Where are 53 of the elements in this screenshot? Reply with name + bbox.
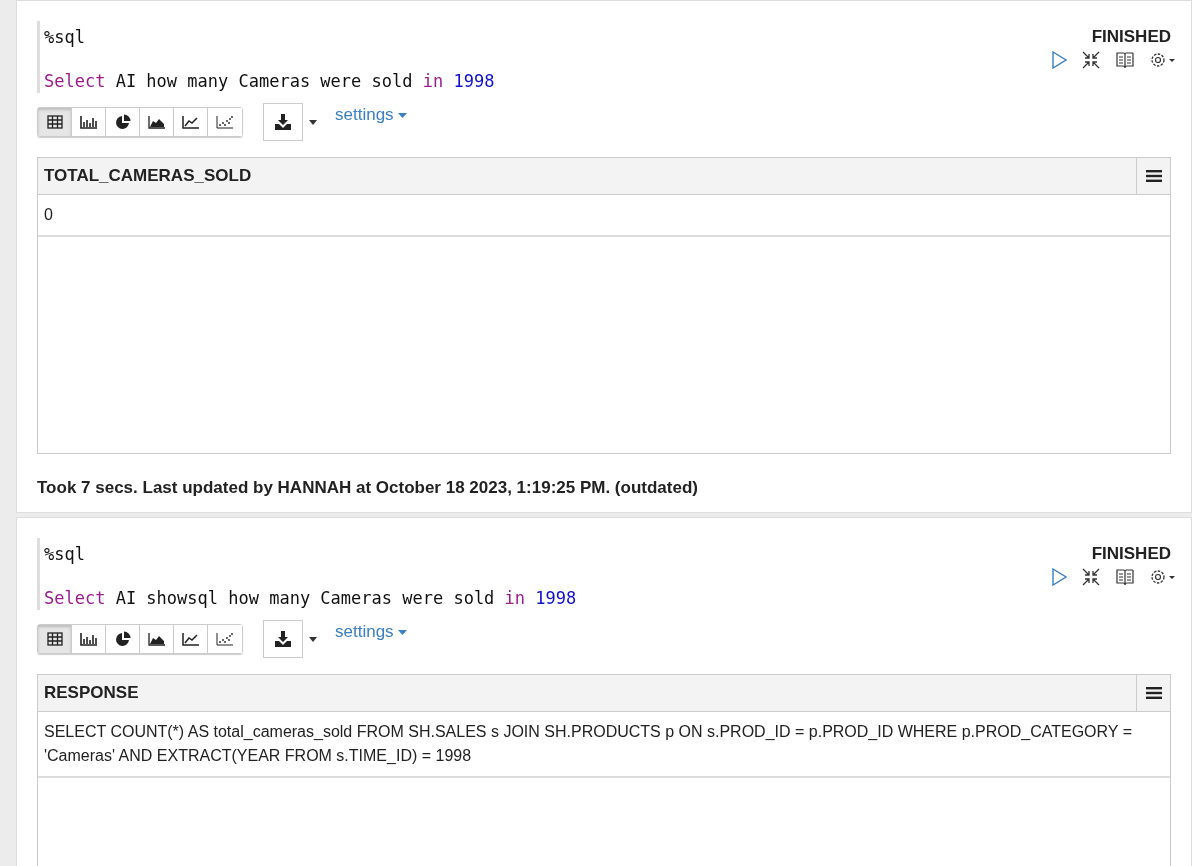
settings-icon[interactable]	[1149, 568, 1177, 586]
status-label: FINISHED	[1091, 27, 1171, 47]
collapse-arrows-icon[interactable]	[1081, 51, 1101, 69]
view-mode-button[interactable]	[106, 625, 140, 653]
menu-icon	[1145, 687, 1162, 699]
table-icon	[46, 115, 63, 129]
download-button[interactable]	[263, 103, 303, 141]
collapse-arrows-icon[interactable]	[1081, 568, 1101, 586]
run-info-text: Took 7 secs. Last updated by HANNAH at October 18 2023, 1:19:25 PM. (outdated)	[37, 478, 699, 498]
settings-dropdown[interactable]: settings	[335, 105, 407, 125]
bar-chart-icon	[79, 115, 98, 129]
table-icon	[46, 632, 63, 646]
line-chart-icon	[181, 632, 200, 646]
view-mode-button[interactable]	[174, 625, 208, 653]
status-label: FINISHED	[1091, 544, 1171, 564]
area-chart-icon	[147, 115, 166, 129]
view-mode-button[interactable]	[72, 108, 106, 136]
area-chart-icon	[147, 632, 166, 646]
bar-chart-icon	[79, 632, 98, 646]
book-icon[interactable]	[1115, 51, 1135, 69]
view-mode-button[interactable]	[38, 108, 72, 136]
code-line: %sql	[44, 27, 86, 47]
book-icon[interactable]	[1115, 568, 1135, 586]
menu-icon	[1145, 170, 1162, 182]
download-button[interactable]	[263, 620, 303, 658]
view-mode-button[interactable]	[106, 108, 140, 136]
code-line: Select AI showsql how many Cameras were sold in 1998	[44, 588, 577, 608]
scatter-chart-icon	[216, 115, 234, 129]
view-mode-button[interactable]	[174, 108, 208, 136]
settings-icon[interactable]	[1149, 51, 1177, 69]
scatter-chart-icon	[216, 632, 234, 646]
code-line: %sql	[44, 544, 86, 564]
caret-icon[interactable]	[309, 119, 317, 125]
run-icon[interactable]	[1051, 51, 1067, 69]
code-line: Select AI how many Cameras were sold in 1998	[44, 71, 495, 91]
table-cell-text: 0	[43, 205, 54, 225]
view-mode-button[interactable]	[72, 625, 106, 653]
view-mode-button[interactable]	[140, 108, 174, 136]
code-editor[interactable]: %sql Select AI how many Cameras were sold in 1998	[37, 21, 495, 93]
view-mode-button[interactable]	[140, 625, 174, 653]
download-icon	[274, 114, 292, 130]
run-icon[interactable]	[1051, 568, 1067, 586]
view-mode-button[interactable]	[38, 625, 72, 653]
caret-icon	[397, 112, 407, 118]
line-chart-icon	[181, 115, 200, 129]
pie-chart-icon	[114, 114, 131, 130]
table-cell-text: SELECT COUNT(*) AS total_cameras_sold FROM SH.SALES s JOIN SH.PRODUCTS p ON s.PROD_ID = p.PROD_ID WHERE p.PROD_CATEGORY = 'Cameras' AND EXTRACT(YEAR FROM s.TIME_ID) = 1998	[43, 722, 1133, 766]
caret-icon	[397, 629, 407, 635]
caret-icon[interactable]	[309, 636, 317, 642]
code-editor[interactable]: %sql Select AI showsql how many Cameras were sold in 1998	[37, 538, 577, 610]
download-icon	[274, 631, 292, 647]
settings-dropdown[interactable]: settings	[335, 622, 407, 642]
pie-chart-icon	[114, 631, 131, 647]
